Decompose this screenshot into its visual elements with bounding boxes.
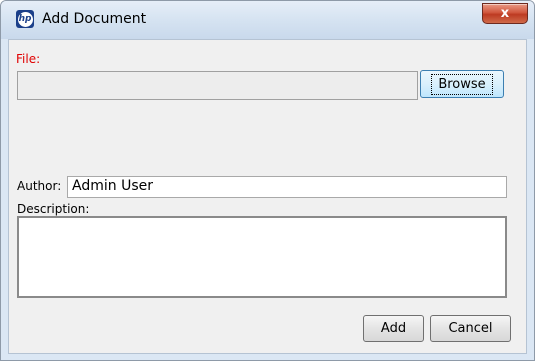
window-title: Add Document	[42, 11, 147, 27]
description-label: Description:	[17, 202, 90, 216]
file-label: File:	[16, 52, 41, 66]
dialog-body: File: Browse Author: Admin User Descript…	[8, 39, 527, 354]
close-button[interactable]: x	[482, 3, 528, 24]
cancel-button[interactable]: Cancel	[430, 315, 511, 342]
hp-logo-icon: hp	[16, 10, 34, 28]
file-path-field[interactable]	[17, 71, 418, 100]
author-label: Author:	[17, 179, 62, 193]
author-field[interactable]: Admin User	[67, 176, 507, 198]
description-textarea[interactable]	[17, 216, 507, 298]
browse-button-label: Browse	[431, 73, 493, 95]
title-bar[interactable]: hp Add Document x	[1, 1, 534, 39]
add-button[interactable]: Add	[363, 315, 424, 342]
close-icon: x	[500, 6, 510, 21]
cancel-button-label: Cancel	[448, 321, 493, 336]
add-button-label: Add	[380, 321, 407, 336]
app-icon-text: hp	[17, 11, 33, 27]
browse-button[interactable]: Browse	[420, 70, 504, 98]
add-document-dialog: hp Add Document x File: Browse Author: A…	[0, 0, 535, 361]
